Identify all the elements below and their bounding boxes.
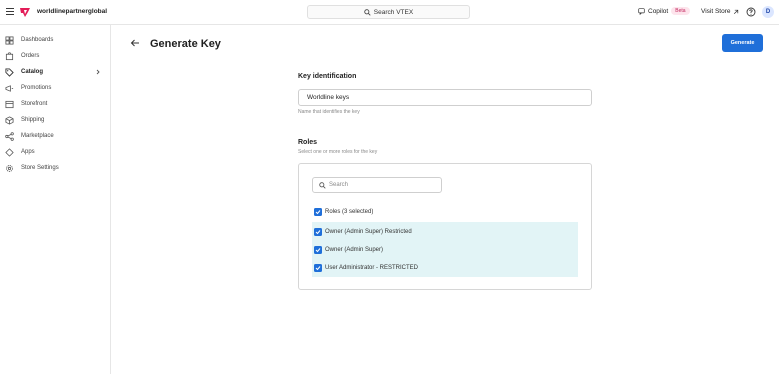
top-bar: worldlinepartnerglobal Search VTEX Copil… (0, 0, 779, 25)
apps-icon (5, 147, 14, 157)
sidebar-item-label: Dashboards (21, 37, 54, 43)
sidebar-item-apps[interactable]: Apps (0, 145, 110, 159)
sidebar-item-label: Marketplace (21, 133, 54, 139)
chevron-right-icon (96, 69, 100, 75)
roles-select-all[interactable]: Roles (3 selected) (312, 202, 578, 221)
sidebar-item-store-settings[interactable]: Store Settings (0, 161, 110, 175)
sidebar-item-label: Store Settings (21, 165, 59, 171)
sidebar-item-label: Apps (21, 149, 35, 155)
copilot-button[interactable]: Copilot Beta (638, 7, 690, 15)
key-name-input[interactable] (298, 89, 592, 106)
back-arrow-icon[interactable] (130, 38, 140, 48)
checkbox-checked-icon[interactable] (314, 227, 322, 236)
generate-button[interactable]: Generate (722, 34, 763, 52)
roles-search-input[interactable]: Search (312, 177, 442, 193)
megaphone-icon (5, 84, 14, 92)
sidebar: Dashboards Orders Catalog Promotions Sto… (0, 25, 111, 374)
sidebar-item-dashboards[interactable]: Dashboards (0, 33, 110, 47)
user-avatar[interactable]: D (762, 6, 774, 18)
role-item[interactable]: User Administrator - RESTRICTED (312, 258, 578, 277)
visit-store-link[interactable]: Visit Store (701, 8, 739, 15)
chat-icon (638, 7, 645, 15)
storefront-icon (5, 100, 14, 108)
sidebar-item-marketplace[interactable]: Marketplace (0, 129, 110, 143)
sidebar-item-label: Storefront (21, 101, 48, 107)
role-label: Roles (3 selected) (325, 208, 374, 215)
checkbox-checked-icon[interactable] (314, 207, 322, 216)
role-item[interactable]: Owner (Admin Super) (312, 240, 578, 259)
orders-icon (5, 51, 14, 60)
role-label: User Administrator - RESTRICTED (325, 264, 419, 271)
sidebar-item-label: Shipping (21, 117, 45, 123)
checkbox-checked-icon[interactable] (314, 263, 322, 272)
page-title: Generate Key (150, 38, 221, 50)
sidebar-item-orders[interactable]: Orders (0, 49, 110, 63)
box-icon (5, 115, 14, 125)
sidebar-item-label: Promotions (21, 85, 52, 91)
gear-icon (6, 164, 13, 172)
key-name-help: Name that identifies the key (298, 109, 360, 115)
sidebar-item-shipping[interactable]: Shipping (0, 113, 110, 127)
beta-badge: Beta (671, 7, 690, 15)
search-icon (364, 8, 371, 16)
checkbox-checked-icon[interactable] (314, 245, 322, 254)
roles-title: Roles (298, 139, 318, 146)
roles-subtitle: Select one or more roles for the key (298, 149, 378, 155)
help-icon[interactable] (746, 7, 756, 17)
sidebar-item-promotions[interactable]: Promotions (0, 81, 110, 95)
role-item[interactable]: Owner (Admin Super) Restricted (312, 222, 578, 241)
role-label: Owner (Admin Super) (325, 246, 384, 253)
key-identification-title: Key identification (298, 73, 357, 80)
search-label: Search VTEX (373, 8, 414, 16)
visit-store-label: Visit Store (701, 8, 731, 15)
copilot-label: Copilot (648, 7, 669, 15)
sidebar-item-storefront[interactable]: Storefront (0, 97, 110, 111)
vtex-logo-icon[interactable] (19, 6, 31, 18)
sidebar-item-label: Orders (21, 53, 40, 59)
role-label: Owner (Admin Super) Restricted (325, 228, 412, 235)
search-icon (319, 182, 326, 189)
external-link-icon (733, 9, 738, 14)
search-placeholder: Search (329, 182, 349, 188)
search-button[interactable]: Search VTEX (307, 5, 470, 19)
dashboard-icon (5, 35, 14, 45)
tag-icon (5, 67, 14, 77)
sidebar-item-label: Catalog (21, 69, 44, 75)
menu-icon[interactable] (6, 8, 14, 15)
account-name[interactable]: worldlinepartnerglobal (37, 8, 107, 15)
share-icon (5, 131, 14, 141)
sidebar-item-catalog[interactable]: Catalog (0, 65, 110, 79)
